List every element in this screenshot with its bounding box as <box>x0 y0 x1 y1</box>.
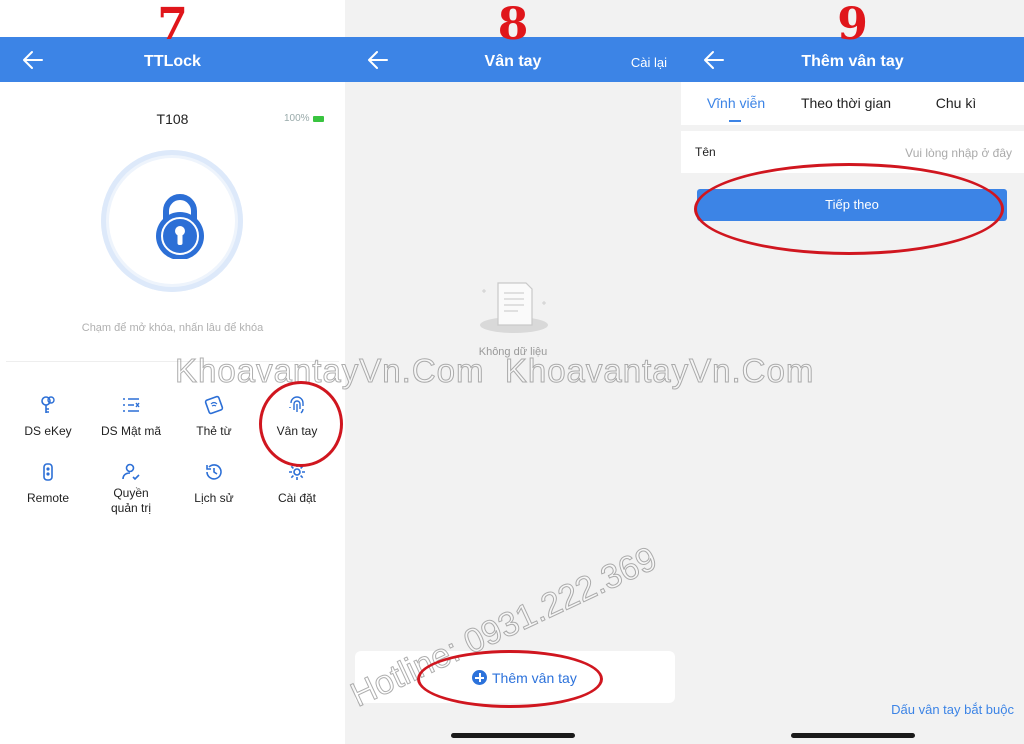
empty-document-icon <box>480 282 548 333</box>
plus-circle-icon <box>472 670 487 685</box>
battery-icon <box>312 115 324 122</box>
card-icon <box>204 395 224 415</box>
menu-label: Cài đặt <box>277 491 317 505</box>
name-label: Tên <box>695 145 716 159</box>
menu-label: Vân tay <box>276 424 318 438</box>
tab-timed[interactable]: Theo thời gian <box>791 82 901 124</box>
padlock-icon <box>156 194 204 259</box>
menu-ekey[interactable]: DS eKey <box>6 395 90 439</box>
menu-remote[interactable]: Remote <box>6 462 90 506</box>
active-tab-underline <box>729 120 741 122</box>
menu-settings[interactable]: Cài đặt <box>255 462 339 506</box>
menu-label: Remote <box>26 491 70 505</box>
step-number-8: 8 <box>497 0 529 50</box>
fingerprint-icon <box>289 396 304 414</box>
menu-cards[interactable]: Thẻ từ <box>172 395 256 439</box>
step-number-7: 7 <box>157 0 188 50</box>
name-field-row: Tên <box>681 131 1024 173</box>
battery-percent: 100% <box>284 113 310 124</box>
admin-icon <box>122 463 140 481</box>
unlock-hint: Chạm để mở khóa, nhấn lâu để khóa <box>81 322 264 334</box>
name-input[interactable] <box>810 141 1014 165</box>
unlock-button[interactable] <box>101 150 243 292</box>
menu-fingerprints[interactable]: Vân tay <box>255 395 339 439</box>
add-fingerprint-label: Thêm vân tay <box>492 670 577 686</box>
remote-icon <box>43 463 53 481</box>
menu-label: DS Mật mã <box>100 424 161 438</box>
menu-label: Thẻ từ <box>196 424 232 438</box>
home-indicator <box>451 733 575 738</box>
menu-label: DS eKey <box>24 424 72 438</box>
passcode-list-icon <box>123 398 140 412</box>
menu-history[interactable]: Lịch sử <box>172 462 256 506</box>
tab-permanent[interactable]: Vĩnh viễn <box>696 82 776 124</box>
menu-passcodes[interactable]: DS Mật mã <box>89 395 173 439</box>
menu-label: Lịch sử <box>194 491 234 505</box>
battery-indicator: 100% <box>284 113 324 124</box>
settings-icon <box>289 464 305 480</box>
home-indicator <box>790 733 915 738</box>
tab-bar: Vĩnh viễn Theo thời gian Chu kì <box>681 82 1024 125</box>
required-fingerprint-link[interactable]: Dấu vân tay bắt buộc <box>891 702 1014 717</box>
menu-label: Quyền quản trị <box>110 486 152 515</box>
step-number-9: 9 <box>837 0 868 50</box>
menu-admin-rights[interactable]: Quyền quản trị <box>89 462 173 516</box>
watermark-text: KhoavantayVn.Com KhoavantayVn.Com <box>174 352 815 390</box>
key-icon <box>41 396 55 413</box>
history-icon <box>206 464 222 480</box>
tab-cyclic[interactable]: Chu kì <box>921 82 991 124</box>
next-button[interactable]: Tiếp theo <box>697 189 1007 221</box>
